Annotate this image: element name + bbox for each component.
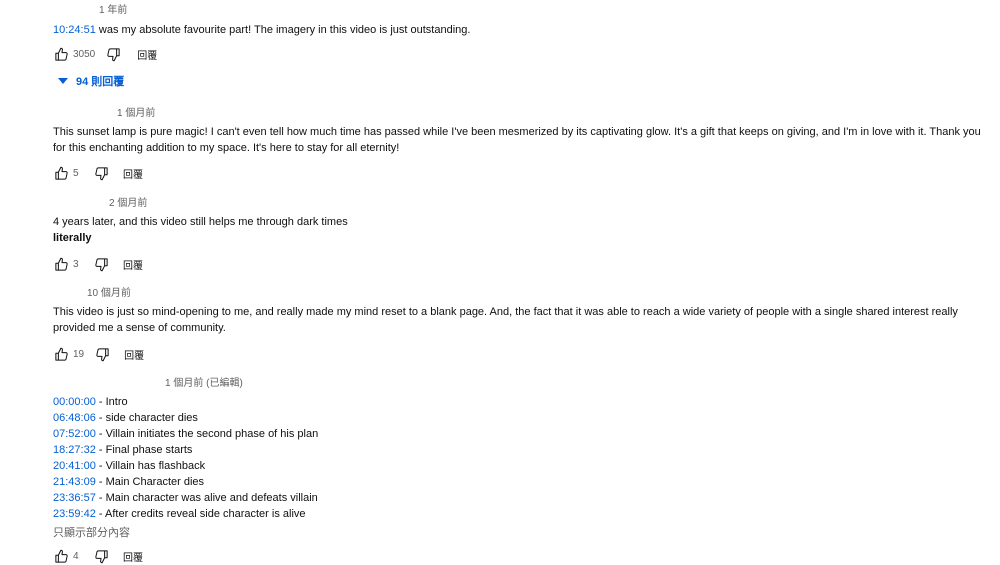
replies-count: 94 則回覆 [76, 76, 125, 88]
comment-2: 1 個月前 This sunset lamp is pure magic! I … [53, 107, 988, 182]
dislike-button[interactable] [93, 165, 109, 181]
thumb-up-icon [54, 166, 68, 180]
reply-button[interactable]: 回覆 [123, 257, 143, 272]
comment-3: 2 個月前 4 years later, and this video stil… [53, 197, 988, 273]
chapter-line: 23:36:57 - Main character was alive and … [53, 492, 318, 504]
like-button[interactable] [53, 165, 69, 181]
comment-time[interactable]: 10 個月前 [87, 287, 131, 301]
timestamp-link[interactable]: 10:24:51 [53, 24, 96, 36]
dislike-button[interactable] [105, 46, 121, 62]
timestamp-link[interactable]: 23:36:57 [53, 492, 96, 504]
like-count: 3 [73, 258, 79, 270]
like-count: 3050 [73, 48, 96, 60]
comment-time[interactable]: 1 個月前 (已編輯) [165, 377, 243, 391]
reply-button[interactable]: 回覆 [137, 47, 157, 62]
comment-text: 4 years later, and this video still help… [53, 216, 348, 244]
reply-button[interactable]: 回覆 [123, 166, 143, 181]
timestamp-link[interactable]: 18:27:32 [53, 444, 96, 456]
comment-actions: 3 回覆 [53, 255, 988, 273]
chapter-line: 07:52:00 - Villain initiates the second … [53, 428, 319, 440]
reply-button[interactable]: 回覆 [123, 549, 143, 564]
timestamp-link[interactable]: 23:59:42 [53, 508, 96, 520]
thumb-down-icon [94, 166, 108, 180]
thumb-down-icon [94, 257, 108, 271]
like-button[interactable] [53, 346, 69, 362]
dislike-button[interactable] [94, 346, 110, 362]
chapter-line: 18:27:32 - Final phase starts [53, 444, 193, 456]
like-count: 4 [73, 550, 79, 562]
thumb-up-icon [54, 47, 68, 61]
thumb-down-icon [95, 347, 109, 361]
comment-time[interactable]: 2 個月前 [109, 197, 147, 211]
show-partial-content[interactable]: 只顯示部分內容 [53, 525, 988, 541]
like-button[interactable] [53, 548, 69, 564]
chapter-line: 23:59:42 - After credits reveal side cha… [53, 508, 306, 520]
comment-time[interactable]: 1 年前 [99, 4, 127, 18]
caret-down-icon [58, 78, 68, 84]
dislike-button[interactable] [93, 548, 109, 564]
chapter-line: 00:00:00 - Intro [53, 396, 128, 408]
timestamp-link[interactable]: 07:52:00 [53, 428, 96, 440]
like-count: 5 [73, 167, 79, 179]
like-button[interactable] [53, 46, 69, 62]
comment-actions: 5 回覆 [53, 164, 988, 182]
comment-text: This video is just so mind-opening to me… [53, 306, 958, 334]
comment-text: 10:24:51 was my absolute favourite part!… [53, 24, 471, 36]
comment-text: This sunset lamp is pure magic! I can't … [53, 126, 981, 154]
thumb-up-icon [54, 347, 68, 361]
comment-1: 1 年前 10:24:51 was my absolute favourite … [53, 4, 988, 63]
like-button[interactable] [53, 256, 69, 272]
comment-time[interactable]: 1 個月前 [117, 107, 155, 121]
comment-actions: 19 回覆 [53, 345, 988, 363]
dislike-button[interactable] [93, 256, 109, 272]
comment-actions: 3050 回覆 [53, 45, 988, 63]
like-count: 19 [73, 348, 85, 360]
thumb-up-icon [54, 257, 68, 271]
thumb-up-icon [54, 549, 68, 563]
reply-button[interactable]: 回覆 [124, 347, 144, 362]
chapter-line: 21:43:09 - Main Character dies [53, 476, 205, 488]
chapter-line: 06:48:06 - side character dies [53, 412, 198, 424]
chapter-line: 20:41:00 - Villain has flashback [53, 460, 206, 472]
timestamp-link[interactable]: 00:00:00 [53, 396, 96, 408]
thumb-down-icon [107, 47, 120, 61]
timestamp-link[interactable]: 06:48:06 [53, 412, 96, 424]
comment-4: 10 個月前 This video is just so mind-openin… [53, 287, 988, 363]
thumb-down-icon [94, 549, 108, 563]
view-replies-button[interactable]: 94 則回覆 [58, 73, 124, 89]
timestamp-link[interactable]: 21:43:09 [53, 476, 96, 488]
chapter-list: 00:00:00 - Intro 06:48:06 - side charact… [53, 394, 988, 522]
comment-5: 1 個月前 (已編輯) 00:00:00 - Intro 06:48:06 - … [53, 377, 988, 565]
timestamp-link[interactable]: 20:41:00 [53, 460, 96, 472]
comment-actions: 4 回覆 [53, 547, 988, 565]
